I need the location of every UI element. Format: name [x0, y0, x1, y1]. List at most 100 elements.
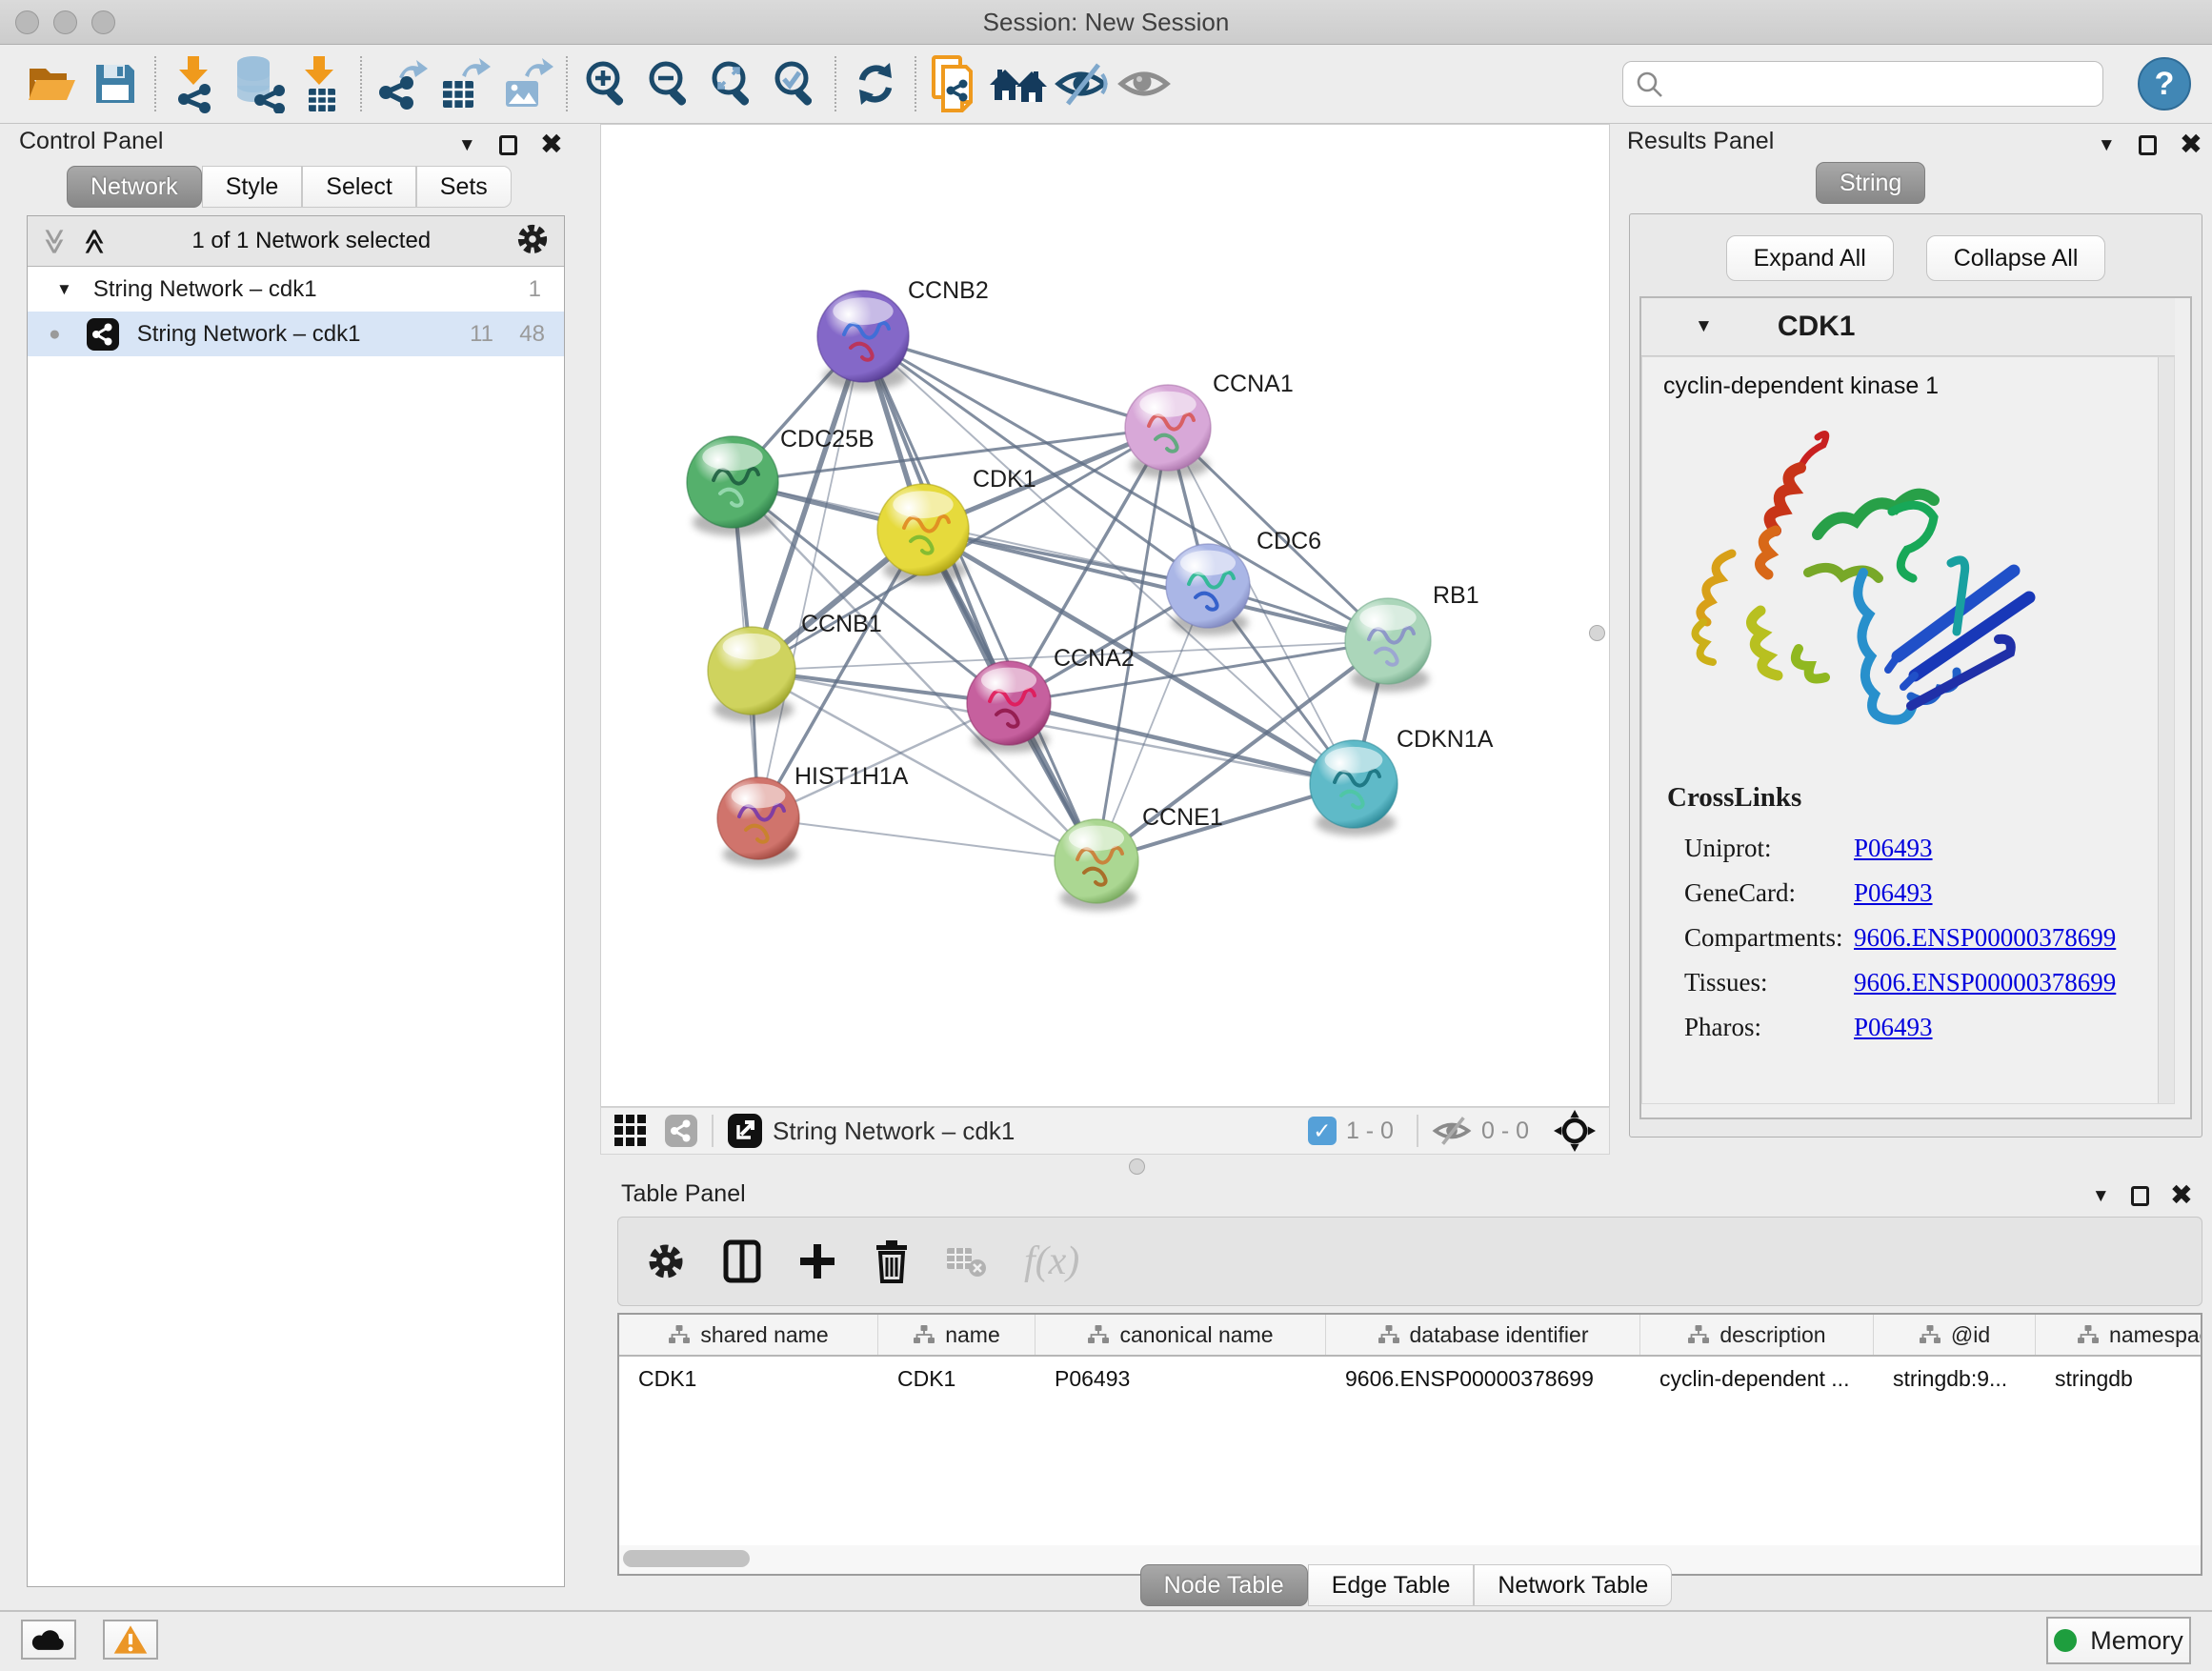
network-node-ccnb2[interactable]: CCNB2: [817, 277, 989, 391]
toolbar-separator: [154, 56, 156, 111]
network-node-cdk1[interactable]: CDK1: [877, 466, 1036, 584]
table-cell: stringdb:9...: [1874, 1366, 2036, 1392]
zoom-fit-icon[interactable]: [701, 52, 764, 115]
network-node-ccne1[interactable]: CCNE1: [1055, 804, 1223, 911]
node-label: CDKN1A: [1397, 726, 1494, 753]
tab-style[interactable]: Style: [202, 166, 303, 208]
show-columns-icon[interactable]: [723, 1239, 761, 1283]
vertical-splitter-handle[interactable]: [1589, 625, 1605, 641]
panel-menu-icon[interactable]: ▼: [2098, 135, 2116, 156]
collapse-all-button[interactable]: Collapse All: [1926, 235, 2106, 281]
column-header-canonical-name[interactable]: canonical name: [1036, 1315, 1326, 1355]
zoom-in-icon[interactable]: [575, 52, 638, 115]
table-header-row: shared namenamecanonical namedatabase id…: [619, 1315, 2201, 1357]
float-panel-icon[interactable]: [2139, 135, 2157, 155]
warning-button[interactable]: [103, 1620, 158, 1660]
import-network-file-icon[interactable]: [164, 52, 227, 115]
network-row-selected[interactable]: ● String Network – cdk1 11 48: [28, 312, 564, 356]
close-panel-icon[interactable]: ✖: [540, 131, 563, 159]
toolbar-separator: [712, 1115, 714, 1147]
network-graph[interactable]: CCNB2CCNA1CDC25BCDK1CDC6RB1CCNB1CCNA2CDK…: [601, 125, 1609, 1106]
float-panel-icon[interactable]: [499, 135, 517, 155]
tree-expander-icon[interactable]: ▼: [56, 280, 72, 299]
grid-view-icon[interactable]: [614, 1115, 647, 1147]
tab-edge-table[interactable]: Edge Table: [1308, 1564, 1475, 1606]
tab-select[interactable]: Select: [302, 166, 415, 208]
export-image-icon[interactable]: [495, 52, 558, 115]
panel-menu-icon[interactable]: ▼: [458, 135, 476, 156]
memory-button[interactable]: Memory: [2046, 1617, 2191, 1664]
collection-count: 1: [529, 276, 541, 303]
column-header-shared-name[interactable]: shared name: [619, 1315, 878, 1355]
node-label: CCNA2: [1054, 645, 1135, 672]
memory-label: Memory: [2090, 1626, 2183, 1656]
refresh-layout-icon[interactable]: [844, 52, 907, 115]
cloud-button[interactable]: [21, 1620, 76, 1660]
float-panel-icon[interactable]: [2131, 1186, 2149, 1206]
birdseye-crosshair-icon[interactable]: [1554, 1110, 1596, 1152]
network-edge: [863, 336, 1168, 428]
houses-icon[interactable]: [987, 52, 1050, 115]
network-collection-row[interactable]: ▼ String Network – cdk1 1: [28, 267, 564, 312]
column-header-description[interactable]: description: [1640, 1315, 1874, 1355]
network-options-gear-icon[interactable]: [514, 221, 551, 262]
open-session-icon[interactable]: [21, 52, 84, 115]
export-network-icon[interactable]: [370, 52, 432, 115]
help-button[interactable]: ?: [2138, 57, 2191, 111]
collapse-all-networks-icon[interactable]: ≫: [40, 228, 70, 254]
tab-string[interactable]: String: [1816, 162, 1925, 204]
clone-network-document-icon[interactable]: [924, 52, 987, 115]
network-node-cdkn1a[interactable]: CDKN1A: [1310, 726, 1494, 836]
open-in-new-window-icon[interactable]: [727, 1113, 763, 1149]
control-panel: Control Panel ▼ ✖ Network Style Select S…: [11, 126, 569, 1597]
zoom-selected-icon[interactable]: [764, 52, 827, 115]
show-eye-icon[interactable]: [1113, 52, 1176, 115]
network-view-canvas[interactable]: CCNB2CCNA1CDC25BCDK1CDC6RB1CCNB1CCNA2CDK…: [600, 124, 1610, 1107]
panel-menu-icon[interactable]: ▼: [2092, 1186, 2110, 1207]
expand-all-button[interactable]: Expand All: [1726, 235, 1894, 281]
close-panel-icon[interactable]: ✖: [2170, 1182, 2193, 1210]
crosslink-value-link[interactable]: P06493: [1854, 1013, 1933, 1042]
node-section-header[interactable]: ▼ CDK1: [1641, 298, 2175, 356]
hide-selection-eye-slash-icon[interactable]: [1050, 52, 1113, 115]
table-row[interactable]: CDK1CDK1P064939606.ENSP00000378699cyclin…: [619, 1357, 2201, 1400]
import-table-icon[interactable]: [290, 52, 352, 115]
selected-checkbox-icon[interactable]: ✓: [1308, 1117, 1337, 1145]
column-header-name[interactable]: name: [878, 1315, 1036, 1355]
results-scrollbar[interactable]: [2158, 357, 2174, 1103]
expand-all-networks-icon[interactable]: ≫: [80, 228, 110, 254]
network-node-ccna1[interactable]: CCNA1: [1125, 371, 1294, 478]
column-header-namespace[interactable]: namespace: [2036, 1315, 2202, 1355]
share-network-icon[interactable]: [664, 1114, 698, 1148]
column-header--id[interactable]: @id: [1874, 1315, 2036, 1355]
column-header-database-identifier[interactable]: database identifier: [1326, 1315, 1640, 1355]
save-session-icon[interactable]: [84, 52, 147, 115]
search-icon: [1636, 70, 1664, 104]
search-input[interactable]: [1622, 61, 2103, 107]
crosslink-value-link[interactable]: P06493: [1854, 834, 1933, 863]
network-node-rb1[interactable]: RB1: [1345, 582, 1479, 692]
tab-sets[interactable]: Sets: [416, 166, 512, 208]
tab-network[interactable]: Network: [67, 166, 202, 208]
hidden-eye-slash-icon[interactable]: [1432, 1115, 1472, 1147]
close-panel-icon[interactable]: ✖: [2180, 131, 2202, 159]
export-table-icon[interactable]: [432, 52, 495, 115]
create-column-plus-icon[interactable]: [797, 1241, 837, 1281]
section-expander-icon[interactable]: ▼: [1695, 316, 1713, 337]
network-view-toolbar: String Network – cdk1 ✓ 1 - 0 0 - 0: [600, 1107, 1610, 1155]
table-options-gear-icon[interactable]: [645, 1240, 687, 1282]
tab-node-table[interactable]: Node Table: [1140, 1564, 1308, 1606]
tab-network-table[interactable]: Network Table: [1474, 1564, 1672, 1606]
network-node-hist1h1a[interactable]: HIST1H1A: [717, 763, 909, 867]
import-network-database-icon[interactable]: [227, 52, 290, 115]
crosslink-value-link[interactable]: P06493: [1854, 878, 1933, 908]
node-label: RB1: [1433, 582, 1479, 609]
zoom-out-icon[interactable]: [638, 52, 701, 115]
crosslink-value-link[interactable]: 9606.ENSP00000378699: [1854, 923, 2116, 953]
node-label: CDC25B: [780, 426, 875, 453]
node-name: CDK1: [1778, 311, 1856, 343]
status-bar: Memory: [0, 1610, 2212, 1671]
crosslink-value-link[interactable]: 9606.ENSP00000378699: [1854, 968, 2116, 997]
horizontal-splitter-handle[interactable]: [1129, 1158, 1145, 1175]
delete-column-trash-icon[interactable]: [874, 1239, 910, 1283]
